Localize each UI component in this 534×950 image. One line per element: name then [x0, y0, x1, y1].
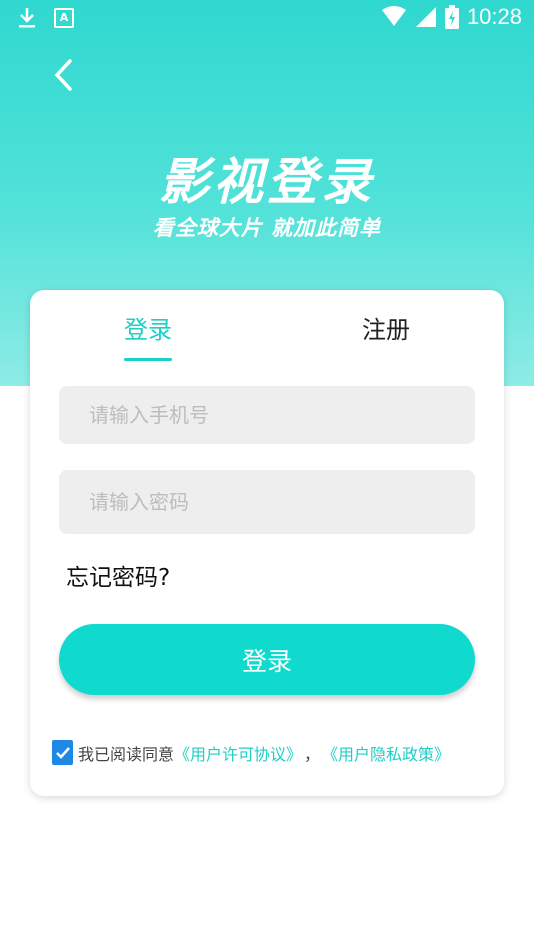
tab-register[interactable]: 注册 [362, 310, 410, 345]
back-chevron-icon[interactable] [50, 58, 78, 92]
user-license-link[interactable]: 《用户许可协议》 [174, 741, 302, 765]
download-icon [19, 8, 35, 28]
agreement-row: 我已阅读同意 《用户许可协议》 ， 《用户隐私政策》 [52, 740, 450, 765]
login-button[interactable]: 登录 [59, 624, 475, 695]
app-title: 影视登录 [159, 153, 375, 211]
agreement-text: 我已阅读同意 [78, 744, 175, 764]
wifi-icon [381, 6, 406, 26]
checkmark-icon [55, 746, 70, 759]
agreement-separator: ， [304, 744, 321, 764]
status-time: 10:28 [466, 4, 522, 29]
active-tab-indicator [124, 358, 172, 361]
app-subtitle: 看全球大片 就加此简单 [152, 216, 382, 240]
privacy-policy-link[interactable]: 《用户隐私政策》 [322, 741, 450, 765]
tab-login[interactable]: 登录 [124, 310, 172, 345]
password-input[interactable] [59, 470, 475, 534]
signal-icon [415, 7, 436, 27]
forgot-password-link[interactable]: 忘记密码? [66, 558, 170, 592]
phone-input[interactable] [59, 386, 475, 444]
login-card: 登录 注册 忘记密码? 登录 我已阅读同意 《用户许可协议》 ， 《用户隐私政策… [30, 290, 504, 796]
agreement-checkbox[interactable] [52, 740, 73, 765]
status-bar: A 10:28 [0, 0, 534, 38]
battery-charging-icon [444, 5, 459, 29]
app-notification-icon: A [54, 8, 74, 28]
